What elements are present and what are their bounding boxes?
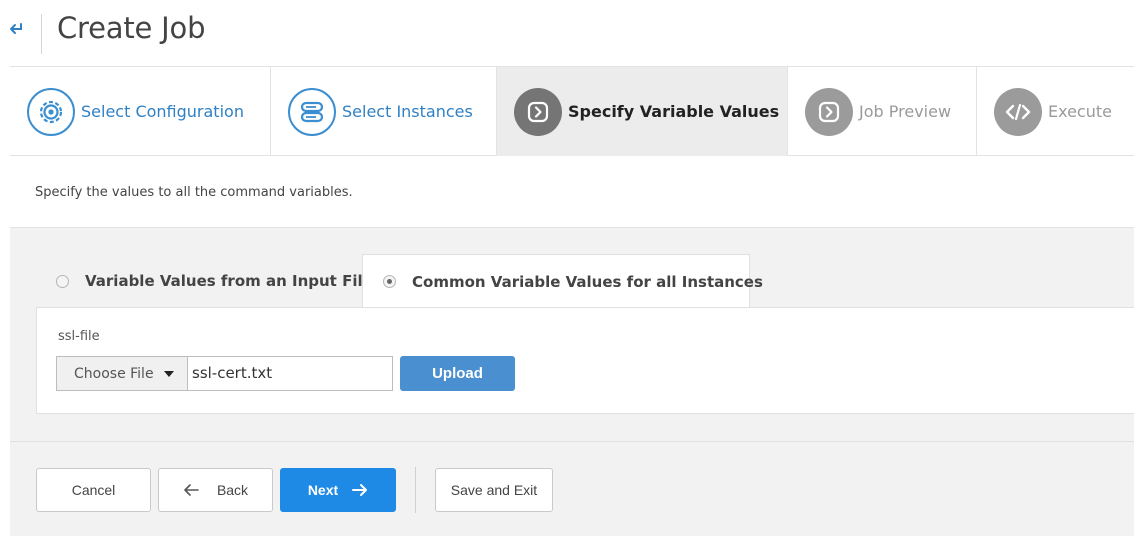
back-arrow-icon[interactable]: [8, 20, 26, 38]
option-label: Common Variable Values for all Instances: [412, 272, 763, 291]
file-name-field[interactable]: ssl-cert.txt: [188, 356, 393, 391]
gear-icon: [27, 87, 75, 136]
variable-form: ssl-file Choose File ssl-cert.txt Upload: [36, 307, 1134, 414]
cancel-button[interactable]: Cancel: [36, 468, 151, 512]
back-button[interactable]: Back: [158, 468, 273, 512]
arrow-right-icon: [352, 484, 368, 496]
step-job-preview[interactable]: Job Preview: [788, 67, 977, 156]
field-label: ssl-file: [58, 329, 100, 344]
choose-file-label: Choose File: [74, 365, 154, 382]
page-title: Create Job: [57, 11, 206, 45]
variable-source-tabs: Variable Values from an Input File Commo…: [36, 254, 1134, 308]
chevron-right-icon: [805, 87, 853, 136]
step-label: Execute: [1048, 102, 1112, 121]
step-label: Select Configuration: [81, 102, 244, 121]
save-and-exit-button[interactable]: Save and Exit: [435, 468, 553, 512]
choose-file-button[interactable]: Choose File: [56, 356, 188, 391]
arrow-left-icon: [184, 484, 199, 496]
instruction-text: Specify the values to all the command va…: [35, 185, 353, 200]
option-label: Variable Values from an Input File: [85, 272, 373, 290]
option-common-values[interactable]: Common Variable Values for all Instances: [362, 254, 763, 308]
step-label: Select Instances: [342, 102, 473, 121]
step-select-configuration[interactable]: Select Configuration: [10, 67, 271, 156]
step-specify-variable-values[interactable]: Specify Variable Values: [497, 67, 788, 156]
save-exit-label: Save and Exit: [450, 482, 538, 498]
step-label: Specify Variable Values: [568, 102, 780, 121]
server-icon: [288, 87, 336, 136]
footer-divider: [415, 467, 416, 513]
radio-input-file[interactable]: [56, 274, 69, 288]
next-button[interactable]: Next: [280, 468, 396, 512]
code-icon: [994, 87, 1042, 136]
step-select-instances[interactable]: Select Instances: [271, 67, 497, 156]
divider: [10, 441, 1134, 442]
cancel-label: Cancel: [71, 482, 116, 498]
chevron-right-icon: [514, 87, 562, 136]
step-execute[interactable]: Execute: [977, 67, 1134, 156]
page-header: Create Job: [0, 0, 1134, 66]
step-label: Job Preview: [859, 102, 952, 121]
upload-button[interactable]: Upload: [400, 356, 515, 391]
option-input-file[interactable]: Variable Values from an Input File: [56, 254, 373, 308]
wizard-steps: Select Configuration Select Instances Sp…: [10, 66, 1134, 156]
caret-down-icon: [163, 370, 174, 377]
radio-common-values[interactable]: [383, 275, 396, 288]
header-divider: [41, 14, 42, 54]
next-label: Next: [307, 482, 339, 498]
back-label: Back: [216, 482, 249, 498]
